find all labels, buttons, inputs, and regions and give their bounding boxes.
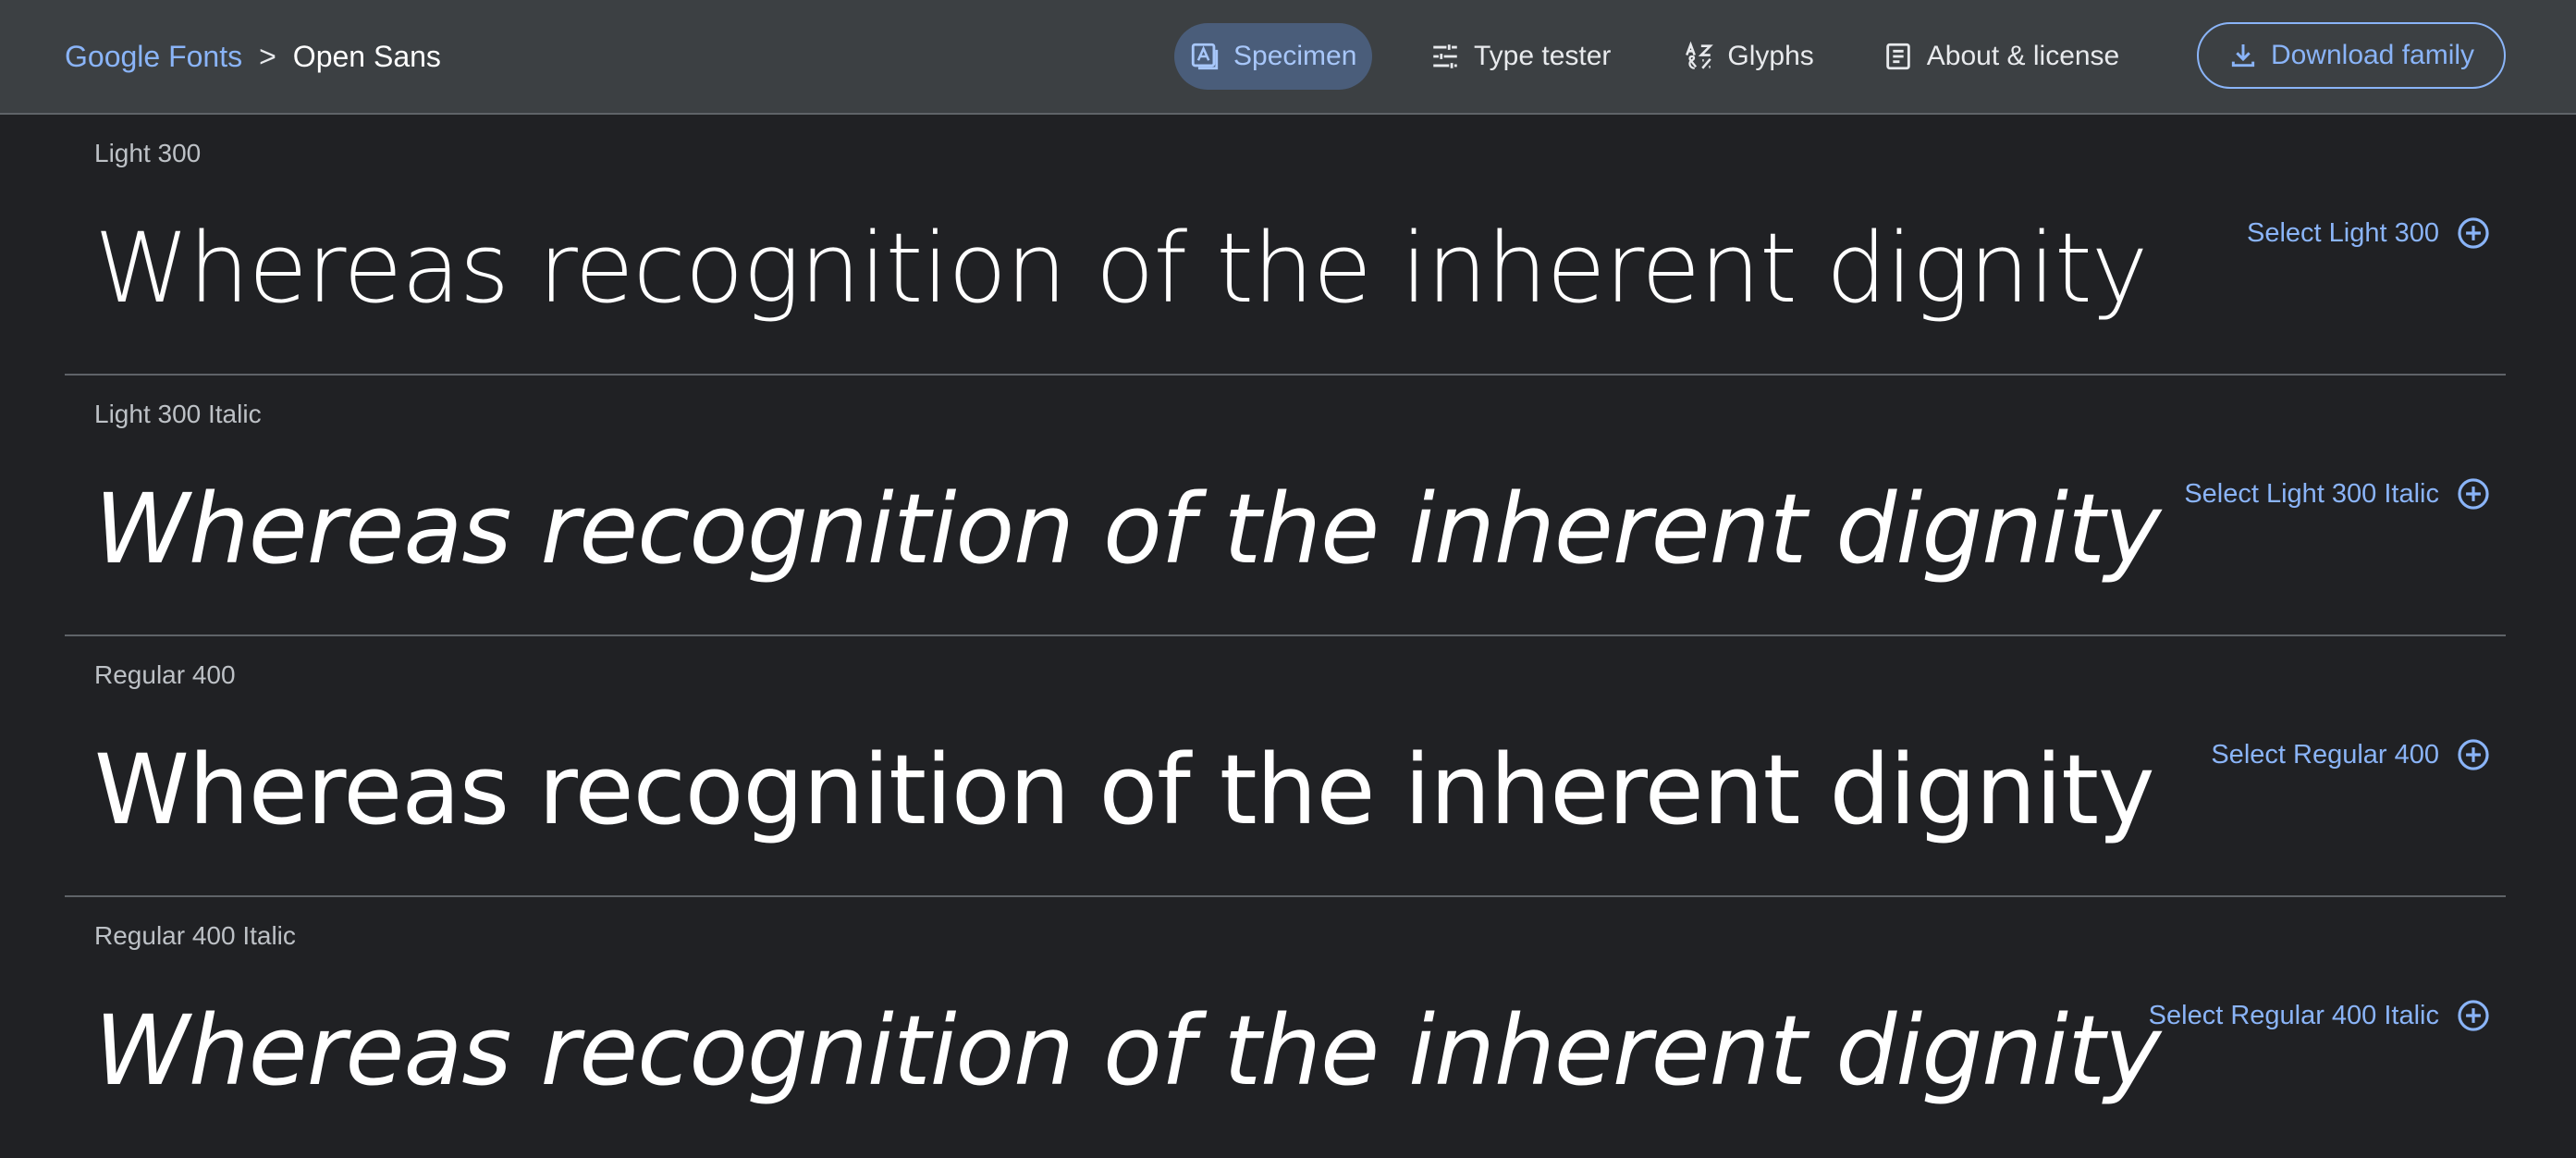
top-bar: Google Fonts > Open Sans Specimen Type t… <box>0 0 2576 115</box>
select-regular-400-button[interactable]: Select Regular 400 <box>2211 736 2491 773</box>
select-label: Select Light 300 Italic <box>2184 478 2439 509</box>
add-circle-icon <box>2458 1000 2489 1031</box>
style-row-regular-400: Regular 400 Whereas recognition of the i… <box>65 636 2506 897</box>
breadcrumb: Google Fonts > Open Sans <box>65 33 441 80</box>
style-name: Regular 400 Italic <box>94 921 296 950</box>
tab-type-tester-label: Type tester <box>1474 41 1612 71</box>
select-label: Select Regular 400 <box>2211 739 2439 770</box>
add-circle-icon <box>2458 478 2489 510</box>
styles-list: Light 300 Whereas recognition of the inh… <box>65 115 2506 1158</box>
tab-type-tester[interactable]: Type tester <box>1415 23 1625 90</box>
download-family-label: Download family <box>2270 40 2475 70</box>
download-family-button[interactable]: Download family <box>2197 22 2506 89</box>
select-light-300-italic-button[interactable]: Select Light 300 Italic <box>2184 475 2491 512</box>
add-circle-icon <box>2458 739 2489 770</box>
breadcrumb-google-fonts-link[interactable]: Google Fonts <box>65 40 242 74</box>
style-row-light-300-italic: Light 300 Italic Whereas recognition of … <box>65 376 2506 636</box>
glyphs-icon <box>1686 41 1714 69</box>
tab-glyphs-label: Glyphs <box>1727 41 1814 71</box>
breadcrumb-current: Open Sans <box>292 39 441 73</box>
select-label: Select Regular 400 Italic <box>2148 1000 2439 1030</box>
tab-glyphs[interactable]: Glyphs <box>1668 23 1828 90</box>
tab-about-license-label: About & license <box>1926 41 2120 71</box>
download-icon <box>2231 44 2255 68</box>
tune-icon <box>1433 44 1457 68</box>
select-light-300-button[interactable]: Select Light 300 <box>2247 215 2491 252</box>
article-icon <box>1886 43 1910 70</box>
style-sample-text: Whereas recognition of the inherent dign… <box>94 994 2161 1107</box>
style-sample-text: Whereas recognition of the inherent dign… <box>94 473 2161 585</box>
select-regular-400-italic-button[interactable]: Select Regular 400 Italic <box>2149 997 2491 1034</box>
tab-about-license[interactable]: About & license <box>1868 23 2134 90</box>
tab-specimen-label: Specimen <box>1233 41 1357 71</box>
style-row-regular-400-italic: Regular 400 Italic Whereas recognition o… <box>65 897 2506 1158</box>
select-label: Select Light 300 <box>2247 217 2439 248</box>
style-name: Regular 400 <box>94 660 236 689</box>
style-name: Light 300 Italic <box>94 400 262 428</box>
breadcrumb-separator: > <box>259 39 276 73</box>
style-name: Light 300 <box>94 139 202 167</box>
specimen-icon <box>1191 43 1219 70</box>
style-sample-text: Whereas recognition of the inherent dign… <box>94 733 2155 846</box>
tab-specimen[interactable]: Specimen <box>1174 23 1372 90</box>
style-row-light-300: Light 300 Whereas recognition of the inh… <box>65 115 2506 376</box>
nav-tabs: Specimen Type tester Glyphs About & lice… <box>1174 22 2134 91</box>
style-sample-text: Whereas recognition of the inherent dign… <box>94 212 2148 325</box>
add-circle-icon <box>2458 217 2489 249</box>
